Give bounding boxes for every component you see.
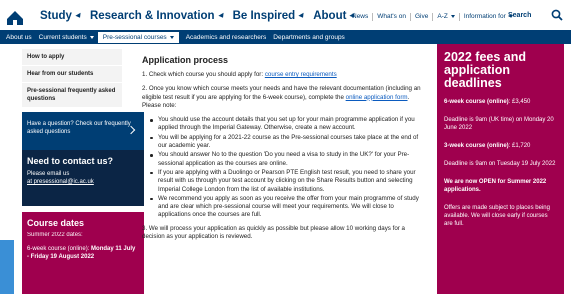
main-nav-study[interactable]: Study — [40, 10, 83, 22]
page-title: Application process — [142, 55, 229, 65]
main-nav-be-inspired[interactable]: Be Inspired — [233, 10, 306, 22]
chevron-down-icon — [450, 14, 455, 18]
chevron-down-icon — [89, 35, 94, 39]
top-header: Study Research & Innovation Be Inspired … — [0, 0, 571, 34]
subnav-departments[interactable]: Departments and groups — [273, 34, 345, 41]
chevron-down-icon — [298, 12, 306, 20]
subnav-label: Current students — [38, 33, 87, 41]
sidebar-item-faq[interactable]: Pre-sessional frequently asked questions — [22, 83, 122, 108]
chevron-down-icon — [169, 35, 174, 39]
six-week-deadline: Deadline is 9am (UK time) on Monday 20 J… — [444, 117, 554, 131]
three-week-price: : £1,720 — [508, 143, 531, 149]
list-item: We recommend you apply as soon as you re… — [150, 195, 424, 220]
main-nav-label: Study — [40, 10, 72, 22]
chevron-down-icon — [217, 12, 226, 20]
step-3: 3. We will process your application as q… — [142, 224, 405, 241]
course-dates-box: Course dates Summer 2022 dates: 6-week c… — [22, 212, 144, 294]
main-nav-label: Research & Innovation — [89, 10, 215, 22]
main-nav: Study Research & Innovation Be Inspired … — [40, 10, 364, 22]
imperial-crest-icon[interactable] — [5, 7, 25, 27]
util-link-whats-on[interactable]: What's on — [373, 13, 411, 21]
fees-heading: 2022 fees and application deadlines — [444, 50, 526, 90]
faq-promo[interactable]: Have a question? Check our frequently as… — [22, 112, 144, 152]
three-week-deadline: Deadline is 9am on Tuesday 19 July 2022 — [444, 161, 556, 167]
util-link-news[interactable]: News — [348, 13, 374, 21]
online-application-link[interactable]: online application form — [346, 94, 408, 101]
list-item: You should use the account details that … — [150, 116, 424, 133]
notes-list: You should use the account details that … — [140, 116, 424, 220]
subnav-current-students[interactable]: Current students — [39, 34, 94, 41]
course-dates-prefix: 6-week course (online): — [27, 246, 90, 252]
step-2: 2. Once you know which course meets your… — [140, 85, 424, 110]
sidebar-item-how-to-apply[interactable]: How to apply — [22, 49, 122, 66]
three-week-label: 3-week course (online) — [444, 143, 509, 149]
subnav-pre-sessional[interactable]: Pre-sessional courses — [97, 31, 179, 43]
six-week-label: 6-week course (online) — [444, 99, 509, 105]
contact-email-link[interactable]: at presessional@ic.ac.uk — [27, 179, 94, 185]
fees-note: Offers are made subject to places being … — [444, 205, 550, 227]
fees-deadlines-box: 2022 fees and application deadlines 6-we… — [437, 44, 564, 294]
main-content: Application process 1. Check which cours… — [140, 49, 424, 247]
main-nav-label: About — [313, 10, 347, 22]
six-week-fee: 6-week course (online): £3,450 — [444, 98, 557, 106]
util-label: A-Z — [437, 13, 448, 20]
three-week-fee: 3-week course (online): £1,720 — [444, 142, 557, 150]
applications-open-notice: We are now OPEN for Summer 2022 applicat… — [444, 179, 547, 193]
subnav-label: Pre-sessional courses — [102, 33, 167, 41]
sidebar-menu: How to apply Hear from our students Pre-… — [22, 49, 122, 108]
subnav-academics[interactable]: Academics and researchers — [186, 34, 267, 41]
entry-requirements-link[interactable]: course entry requirements — [265, 71, 337, 78]
section-nav: About us Current students Pre-sessional … — [0, 30, 571, 44]
course-dates-line: 6-week course (online): Monday 11 July -… — [27, 245, 139, 261]
main-nav-research[interactable]: Research & Innovation — [89, 10, 226, 22]
contact-text: Please email us — [27, 171, 70, 177]
sidebar: How to apply Hear from our students Pre-… — [22, 49, 122, 108]
contact-heading: Need to contact us? — [27, 156, 114, 166]
subnav-about-us[interactable]: About us — [6, 34, 32, 41]
step-1: 1. Check which course you should apply f… — [140, 71, 424, 79]
sidebar-item-hear-from-students[interactable]: Hear from our students — [22, 66, 122, 83]
course-dates-subtitle: Summer 2022 dates: — [27, 232, 83, 238]
search-icon[interactable] — [551, 9, 563, 21]
util-link-give[interactable]: Give — [411, 13, 434, 21]
list-item: You will be applying for a 2021-22 cours… — [150, 134, 424, 151]
util-link-a-z[interactable]: A-Z — [433, 13, 460, 21]
chevron-right-icon — [126, 125, 136, 135]
main-nav-label: Be Inspired — [232, 10, 296, 22]
six-week-price: : £3,450 — [508, 99, 531, 105]
util-label: Information for — [463, 13, 506, 20]
contact-box: Need to contact us? Please email us at p… — [22, 150, 144, 206]
faq-promo-text: Have a question? Check our frequently as… — [27, 121, 131, 135]
feedback-tab[interactable] — [0, 240, 14, 294]
utility-nav: News What's on Give A-Z Information for — [348, 13, 517, 21]
list-item: If you are applying with a Duolingo or P… — [150, 169, 424, 194]
step-1-text: 1. Check which course you should apply f… — [142, 71, 264, 78]
list-item: You should answer No to the question 'Do… — [150, 151, 424, 168]
search-link[interactable]: Search — [508, 12, 531, 19]
chevron-down-icon — [75, 12, 83, 20]
course-dates-heading: Course dates — [27, 218, 85, 228]
